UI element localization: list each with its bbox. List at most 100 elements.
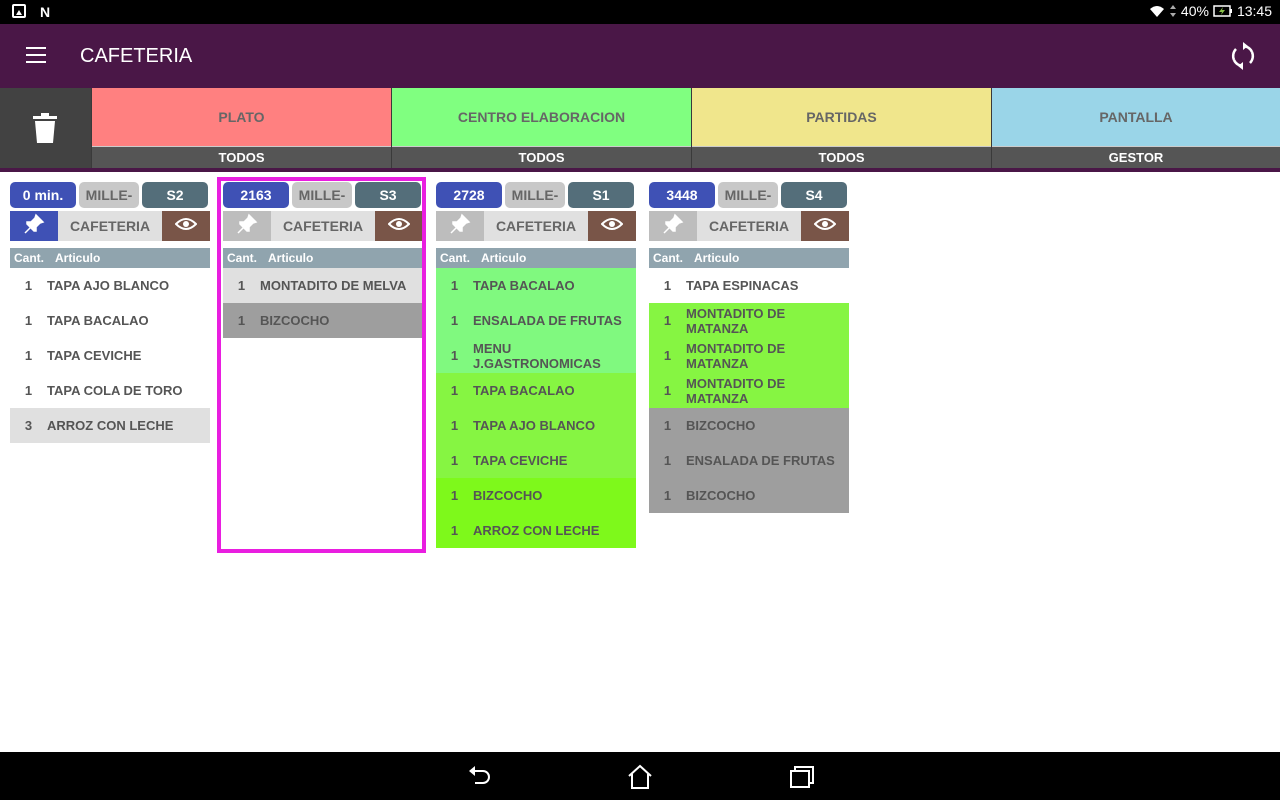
order-item[interactable]: 1 TAPA COLA DE TORO	[10, 373, 210, 408]
filter-centro-value: TODOS	[392, 146, 691, 168]
item-qty: 1	[237, 278, 246, 293]
filter-bar: PLATO TODOS CENTRO ELABORACION TODOS PAR…	[0, 88, 1280, 168]
order-number[interactable]: 2163	[223, 182, 289, 208]
item-qty: 1	[663, 278, 672, 293]
order-item[interactable]: 1 MENU J.GASTRONOMICAS	[436, 338, 636, 373]
item-name: ENSALADA DE FRUTAS	[473, 313, 622, 328]
delete-button[interactable]	[0, 88, 91, 168]
recents-icon[interactable]	[788, 763, 816, 791]
order-card[interactable]: 3448 MILLE- S4 CAFETERIA Cant. Articulo 1 TAPA …	[649, 182, 849, 513]
order-location: CAFETERIA	[484, 211, 588, 241]
items-list: 1 TAPA AJO BLANCO 1 TAPA BACALAO 1 TAPA CEVIC…	[10, 268, 210, 443]
order-actions: CAFETERIA	[223, 211, 423, 243]
items-list: 1 TAPA BACALAO 1 ENSALADA DE FRUTAS 1 MENU J.…	[436, 268, 636, 548]
order-item[interactable]: 1 BIZCOCHO	[649, 408, 849, 443]
item-column-header: Articulo	[481, 251, 527, 265]
back-icon[interactable]	[465, 763, 493, 791]
pin-button[interactable]	[649, 211, 697, 241]
filter-pantalla-value: GESTOR	[992, 146, 1280, 168]
view-button[interactable]	[162, 211, 210, 241]
order-item[interactable]: 1 MONTADITO DE MATANZA	[649, 373, 849, 408]
client-name: MILLE-	[292, 182, 352, 208]
order-item[interactable]: 1 BIZCOCHO	[223, 303, 423, 338]
order-item[interactable]: 1 ENSALADA DE FRUTAS	[649, 443, 849, 478]
item-name: TAPA BACALAO	[473, 278, 575, 293]
item-name: BIZCOCHO	[686, 418, 756, 433]
app-bar: CAFETERIA	[0, 24, 1280, 88]
order-item[interactable]: 1 TAPA ESPINACAS	[649, 268, 849, 303]
home-icon[interactable]	[626, 763, 654, 791]
eye-icon	[174, 217, 198, 236]
order-item[interactable]: 1 TAPA CEVICHE	[10, 338, 210, 373]
order-item[interactable]: 1 MONTADITO DE MATANZA	[649, 303, 849, 338]
order-item[interactable]: 1 MONTADITO DE MELVA	[223, 268, 423, 303]
pin-button[interactable]	[223, 211, 271, 241]
filter-partidas[interactable]: PARTIDAS TODOS	[692, 88, 991, 168]
view-button[interactable]	[588, 211, 636, 241]
filter-pantalla[interactable]: PANTALLA GESTOR	[992, 88, 1280, 168]
trash-icon	[33, 113, 57, 143]
order-header: 3448 MILLE- S4	[649, 182, 849, 210]
view-button[interactable]	[801, 211, 849, 241]
item-qty: 1	[237, 313, 246, 328]
order-item[interactable]: 1 TAPA BACALAO	[10, 303, 210, 338]
battery-percent: 40%	[1180, 3, 1209, 19]
sync-icon[interactable]	[1228, 41, 1258, 71]
order-item[interactable]: 1 TAPA AJO BLANCO	[10, 268, 210, 303]
item-qty: 1	[663, 488, 672, 503]
order-header: 2163 MILLE- S3	[223, 182, 423, 210]
order-item[interactable]: 1 MONTADITO DE MATANZA	[649, 338, 849, 373]
eye-icon	[813, 217, 837, 236]
pin-button[interactable]	[10, 211, 58, 241]
menu-icon[interactable]	[26, 47, 46, 63]
item-qty: 1	[450, 348, 459, 363]
pin-icon	[449, 213, 471, 240]
data-arrows-icon	[1169, 5, 1176, 17]
order-card[interactable]: 2163 MILLE- S3 CAFETERIA Cant. Articulo 1 MONTA…	[223, 182, 423, 338]
order-item[interactable]: 1 TAPA BACALAO	[436, 373, 636, 408]
eye-icon	[387, 217, 411, 236]
order-actions: CAFETERIA	[436, 211, 636, 243]
item-qty: 1	[24, 348, 33, 363]
pin-icon	[662, 213, 684, 240]
item-name: TAPA COLA DE TORO	[47, 383, 183, 398]
item-name: MONTADITO DE MATANZA	[686, 305, 786, 336]
item-qty: 1	[450, 278, 459, 293]
item-qty: 1	[24, 278, 33, 293]
status-bar: N 40% 13:45	[0, 0, 1280, 24]
order-card[interactable]: 0 min. MILLE- S2 CAFETERIA Cant. Articulo 1 TAP…	[10, 182, 210, 443]
order-number[interactable]: 2728	[436, 182, 502, 208]
order-item[interactable]: 1 TAPA AJO BLANCO	[436, 408, 636, 443]
battery-charging-icon	[1213, 5, 1232, 17]
clock: 13:45	[1236, 3, 1272, 19]
table-badge: S1	[568, 182, 634, 208]
item-name: BIZCOCHO	[260, 313, 330, 328]
order-item[interactable]: 1 ENSALADA DE FRUTAS	[436, 303, 636, 338]
item-name: TAPA CEVICHE	[47, 348, 142, 363]
order-location: CAFETERIA	[58, 211, 162, 241]
order-item[interactable]: 1 BIZCOCHO	[436, 478, 636, 513]
order-number[interactable]: 3448	[649, 182, 715, 208]
order-item[interactable]: 1 ARROZ CON LECHE	[436, 513, 636, 548]
items-header: Cant. Articulo	[436, 248, 636, 268]
pin-button[interactable]	[436, 211, 484, 241]
order-item[interactable]: 1 TAPA BACALAO	[436, 268, 636, 303]
item-name: TAPA CEVICHE	[473, 453, 568, 468]
client-name: MILLE-	[79, 182, 139, 208]
order-item[interactable]: 1 BIZCOCHO	[649, 478, 849, 513]
pin-icon	[23, 213, 45, 240]
order-number[interactable]: 0 min.	[10, 182, 76, 208]
view-button[interactable]	[375, 211, 423, 241]
table-badge: S4	[781, 182, 847, 208]
order-item[interactable]: 3 ARROZ CON LECHE	[10, 408, 210, 443]
order-header: 2728 MILLE- S1	[436, 182, 636, 210]
filter-partidas-value: TODOS	[692, 146, 991, 168]
item-qty: 1	[663, 348, 672, 363]
order-item[interactable]: 1 TAPA CEVICHE	[436, 443, 636, 478]
order-card[interactable]: 2728 MILLE- S1 CAFETERIA Cant. Articulo 1 TAPA …	[436, 182, 636, 548]
item-name: BIZCOCHO	[473, 488, 543, 503]
item-qty: 1	[450, 383, 459, 398]
items-header: Cant. Articulo	[10, 248, 210, 268]
filter-centro-elaboracion[interactable]: CENTRO ELABORACION TODOS	[392, 88, 691, 168]
filter-plato[interactable]: PLATO TODOS	[92, 88, 391, 168]
